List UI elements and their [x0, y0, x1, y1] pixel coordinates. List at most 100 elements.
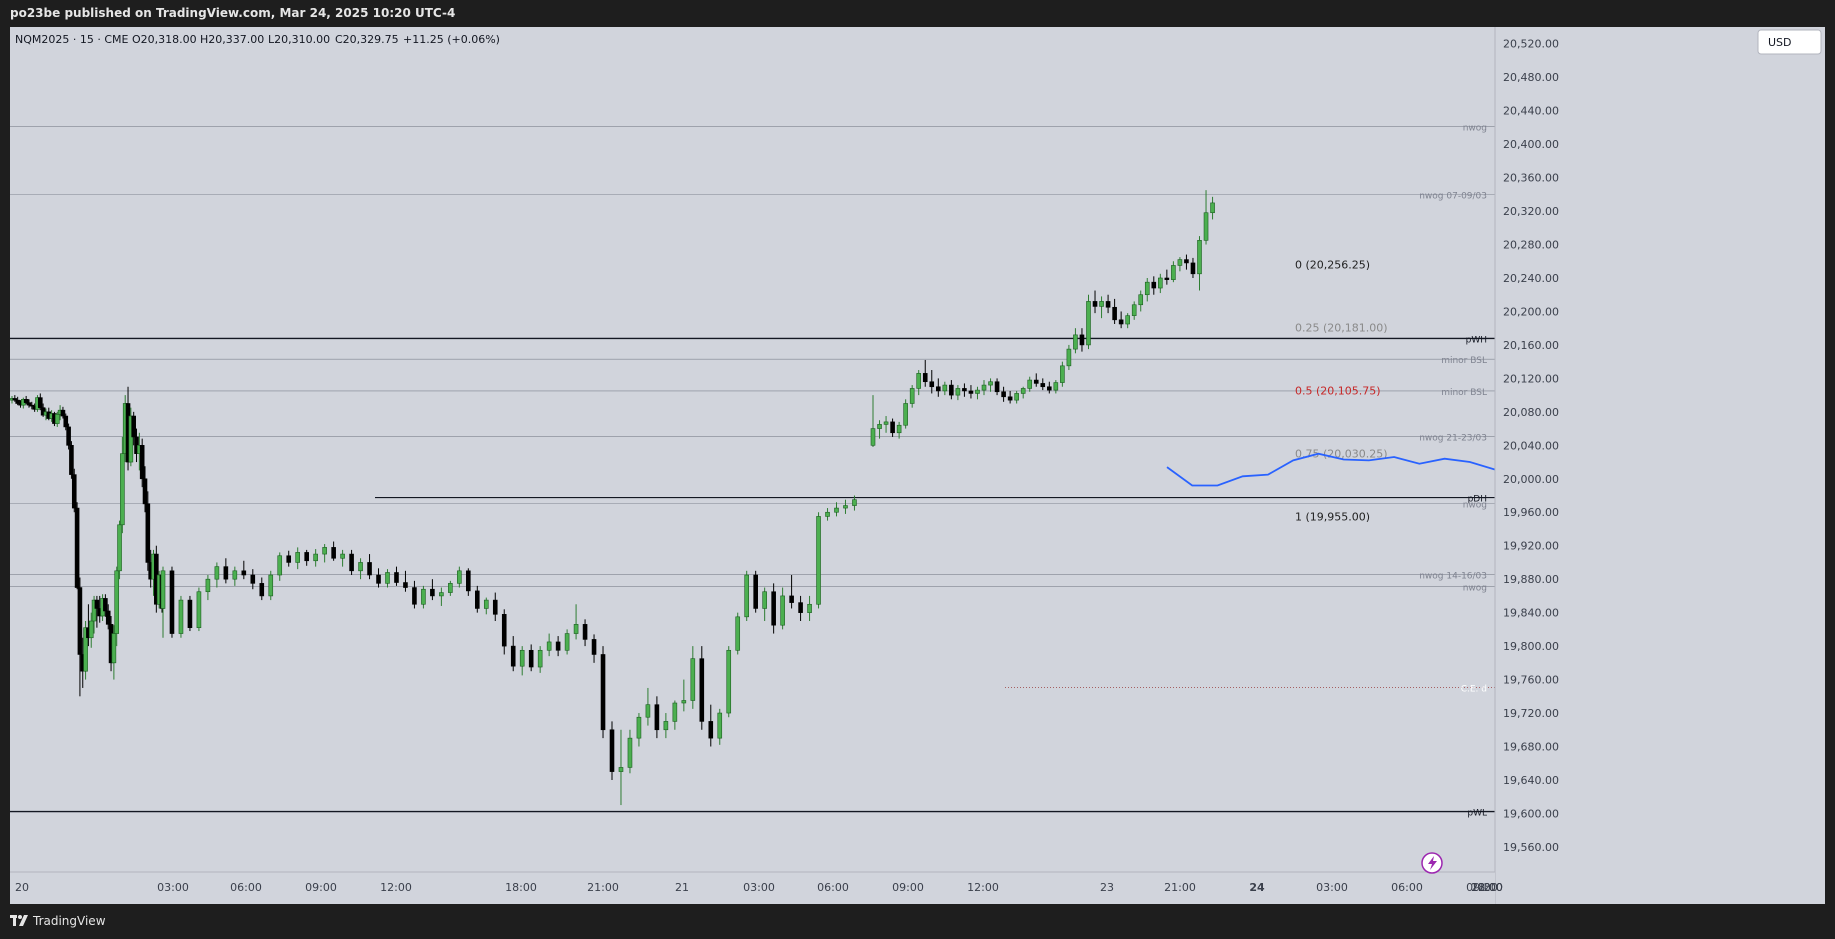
candle-body — [1151, 281, 1157, 289]
price-tick-label: 20,520.00 — [1503, 38, 1559, 51]
candle-body — [852, 499, 857, 506]
candle-body — [277, 555, 283, 576]
candle-body — [582, 624, 588, 640]
candle-body — [1164, 277, 1170, 280]
candle-body — [439, 592, 444, 597]
candle-body — [1092, 301, 1098, 307]
candle-body — [636, 716, 642, 739]
candle-body — [968, 390, 974, 394]
candle-body — [1014, 393, 1019, 401]
footer: TradingView — [0, 904, 1835, 939]
candle-body — [955, 388, 961, 396]
legend-low: L20,310.00 — [268, 33, 330, 46]
currency-label: USD — [1768, 36, 1792, 49]
candle-body — [15, 399, 20, 404]
candle-body — [744, 574, 750, 618]
brand-label: TradingView — [33, 914, 106, 928]
candle-body — [1053, 382, 1059, 391]
price-tick-label: 20,200.00 — [1503, 305, 1559, 318]
candle-body — [510, 645, 516, 667]
candle-body — [26, 402, 32, 406]
candle-body — [313, 553, 318, 562]
candle-body — [223, 566, 229, 580]
candle-body — [37, 397, 43, 408]
candle-body — [708, 721, 714, 739]
time-tick-label: 20 — [15, 881, 29, 894]
candle-body — [421, 588, 426, 605]
candle-body — [1047, 386, 1052, 391]
candle-body — [1131, 304, 1137, 316]
price-axis[interactable]: 20,520.00 20,480.00 20,440.00 20,400.00 20,3… — [1494, 27, 1825, 904]
level-name: minor BSL — [1441, 388, 1487, 398]
candle-body — [376, 574, 381, 584]
candle-body — [111, 633, 117, 664]
candle-body — [564, 633, 570, 651]
candle-body — [77, 587, 83, 655]
candle-body — [412, 587, 417, 605]
time-axis[interactable]: 20 03:00 06:00 09:00 12:00 18:00 21:00 21 03:00 0… — [10, 871, 1503, 904]
candle-body — [349, 553, 354, 572]
candle-body — [922, 373, 928, 383]
price-tick-label: 20,440.00 — [1503, 105, 1559, 118]
candle-body — [250, 574, 256, 584]
candle-body — [1203, 212, 1209, 241]
candle-body — [609, 729, 615, 772]
candle-body — [160, 570, 166, 609]
level-name: C.E. d — [1461, 685, 1487, 695]
candle-body — [1073, 334, 1078, 350]
time-tick-label: 21:00 — [587, 881, 619, 894]
legend-symbol: NQM2025 · 15 · CME — [15, 33, 129, 46]
candle-body — [145, 503, 151, 563]
candle-body — [430, 588, 435, 597]
publisher-line: po23be published on TradingView.com, Mar… — [10, 6, 456, 20]
candle-body — [466, 570, 471, 592]
currency-button[interactable]: USD — [1757, 29, 1822, 55]
candle-body — [890, 421, 895, 434]
candle-body — [762, 591, 767, 609]
candle-body — [1197, 240, 1202, 275]
candle-body — [23, 399, 29, 403]
fib-level-label: 1 (19,955.00) — [1295, 510, 1370, 523]
candle-body — [600, 654, 606, 731]
price-tick-label: 19,760.00 — [1503, 674, 1559, 687]
candle-body — [205, 578, 211, 593]
candle-body — [909, 388, 915, 404]
time-tick-label: 03:00 — [157, 881, 189, 894]
candle-body — [988, 381, 993, 386]
legend-high: H20,337.00 — [200, 33, 264, 46]
candle-body — [367, 562, 372, 576]
candle-body — [1105, 301, 1111, 308]
time-tick-label: 03:00 — [743, 881, 775, 894]
time-tick-label: 09:00 — [305, 881, 337, 894]
price-tick-label: 20,120.00 — [1503, 372, 1559, 385]
candle-body — [942, 384, 948, 392]
candle-body — [385, 572, 390, 584]
time-tick-label: 18:00 — [505, 881, 537, 894]
level-name: nwog 14-16/03 — [1419, 572, 1487, 582]
candle-body — [331, 547, 336, 559]
candle-body — [1001, 391, 1006, 398]
candle-body — [1118, 319, 1124, 325]
candle-body — [528, 649, 534, 668]
candle-body — [807, 603, 812, 613]
tradingview-brand[interactable]: TradingView — [10, 914, 106, 928]
candle-body — [681, 700, 687, 704]
candle-body — [591, 639, 597, 655]
candle-body — [537, 649, 543, 668]
candle-body — [663, 721, 669, 731]
chart-frame[interactable]: nwog20,421.25nwog 07-09/0320,339.50pWH20… — [9, 27, 1825, 904]
time-tick-label: 06:00 — [817, 881, 849, 894]
candle-body — [457, 570, 462, 584]
candle-body — [63, 415, 69, 428]
candle-body — [69, 445, 74, 475]
price-tick-label: 20,080.00 — [1503, 406, 1559, 419]
bolt-icon[interactable] — [1421, 852, 1443, 874]
legend-close: C20,329.75 — [335, 33, 399, 46]
candle-body — [1177, 259, 1183, 266]
candle-body — [1138, 294, 1144, 306]
candle-body — [1125, 315, 1130, 325]
price-tick-label: 19,560.00 — [1503, 841, 1559, 854]
price-chart[interactable]: nwog20,421.25nwog 07-09/0320,339.50pWH20… — [9, 27, 1825, 904]
candle-body — [394, 572, 399, 583]
candle-body — [903, 403, 908, 426]
